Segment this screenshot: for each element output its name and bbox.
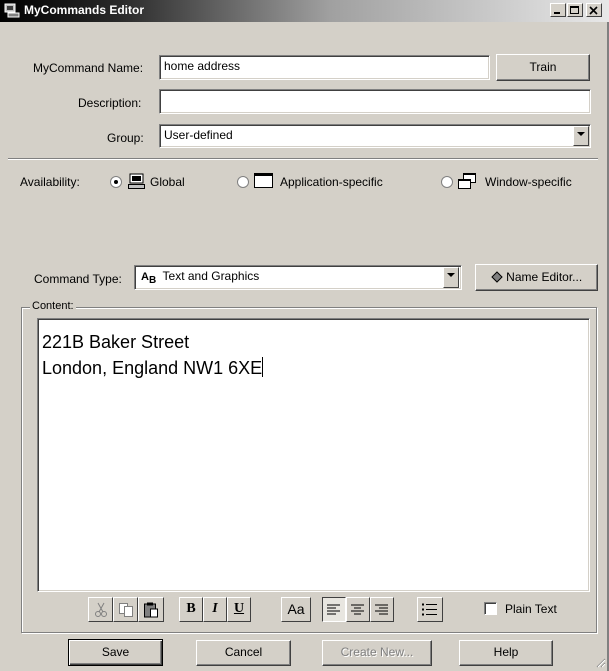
availability-window-label: Window-specific xyxy=(485,175,572,189)
description-label: Description: xyxy=(78,96,142,110)
create-new-button-label: Create New... xyxy=(340,645,414,659)
window-title: MyCommands Editor xyxy=(24,3,145,17)
availability-label: Availability: xyxy=(20,175,80,189)
font-button[interactable]: Aa xyxy=(281,597,311,622)
align-left-button[interactable] xyxy=(322,597,346,622)
cancel-button-label: Cancel xyxy=(224,645,263,659)
save-button-label: Save xyxy=(101,645,130,659)
align-center-icon xyxy=(351,604,364,614)
tag-icon xyxy=(491,271,503,283)
train-button[interactable]: Train xyxy=(496,54,590,81)
separator xyxy=(8,158,598,160)
availability-global-label: Global xyxy=(150,175,185,189)
minimize-icon xyxy=(554,12,560,14)
align-right-icon xyxy=(375,604,388,614)
underline-button[interactable]: U xyxy=(227,597,251,622)
command-type-value: Text and Graphics xyxy=(162,269,260,283)
description-input[interactable] xyxy=(159,89,591,114)
command-type-label: Command Type: xyxy=(34,272,122,286)
text-graphics-icon: AB xyxy=(141,271,157,287)
chevron-down-icon xyxy=(577,132,585,136)
group-select-value: User-defined xyxy=(164,128,233,142)
minimize-button[interactable] xyxy=(550,3,566,17)
align-center-button[interactable] xyxy=(346,597,370,622)
bullet-list-button[interactable] xyxy=(417,597,443,622)
bold-button[interactable]: B xyxy=(179,597,203,622)
content-editor[interactable]: 221B Baker Street London, England NW1 6X… xyxy=(37,318,590,592)
plain-text-label: Plain Text xyxy=(505,602,557,616)
maximize-icon xyxy=(570,6,579,14)
cut-button[interactable] xyxy=(88,597,113,622)
name-editor-label: Name Editor... xyxy=(506,270,583,284)
mycommand-name-label: MyCommand Name: xyxy=(33,61,144,75)
name-editor-button[interactable]: Name Editor... xyxy=(475,264,598,291)
content-line: 221B Baker Street xyxy=(42,332,190,352)
plain-text-checkbox[interactable] xyxy=(484,602,497,615)
availability-application-label: Application-specific xyxy=(280,175,383,189)
application-window-icon xyxy=(254,173,273,188)
keyboard-icon xyxy=(128,173,145,189)
chevron-down-icon xyxy=(447,273,455,277)
resize-grip-icon[interactable] xyxy=(594,656,606,668)
command-type-select[interactable]: AB Text and Graphics xyxy=(134,265,462,290)
train-button-label: Train xyxy=(529,60,557,74)
content-line: London, England NW1 6XE xyxy=(42,357,264,378)
radio-application-specific[interactable] xyxy=(237,176,249,188)
cancel-button[interactable]: Cancel xyxy=(196,640,291,666)
create-new-button[interactable]: Create New... xyxy=(322,640,432,666)
scissors-icon xyxy=(94,602,107,617)
windows-icon xyxy=(458,173,476,189)
align-right-button[interactable] xyxy=(370,597,394,622)
close-icon xyxy=(589,6,598,15)
radio-window-specific[interactable] xyxy=(441,176,453,188)
title-bar[interactable]: MyCommands Editor xyxy=(0,0,609,22)
maximize-button[interactable] xyxy=(567,3,583,17)
radio-global[interactable] xyxy=(110,176,122,188)
group-dropdown-button[interactable] xyxy=(573,126,589,146)
group-label: Group: xyxy=(107,131,144,145)
paste-button[interactable] xyxy=(138,597,164,622)
help-button[interactable]: Help xyxy=(459,640,553,666)
group-select[interactable]: User-defined xyxy=(159,124,591,148)
save-button[interactable]: Save xyxy=(68,639,163,666)
copy-icon xyxy=(118,602,133,617)
command-type-dropdown-button[interactable] xyxy=(443,267,459,288)
mycommand-name-input[interactable]: home address xyxy=(159,55,490,80)
italic-button[interactable]: I xyxy=(203,597,227,622)
clipboard-icon xyxy=(144,602,158,617)
close-button[interactable] xyxy=(586,3,602,17)
content-group-label: Content: xyxy=(30,300,76,312)
text-cursor xyxy=(262,357,264,377)
copy-button[interactable] xyxy=(113,597,138,622)
app-icon xyxy=(4,3,20,18)
align-left-icon xyxy=(327,604,340,614)
help-button-label: Help xyxy=(493,645,519,659)
bullet-list-icon xyxy=(422,603,437,615)
